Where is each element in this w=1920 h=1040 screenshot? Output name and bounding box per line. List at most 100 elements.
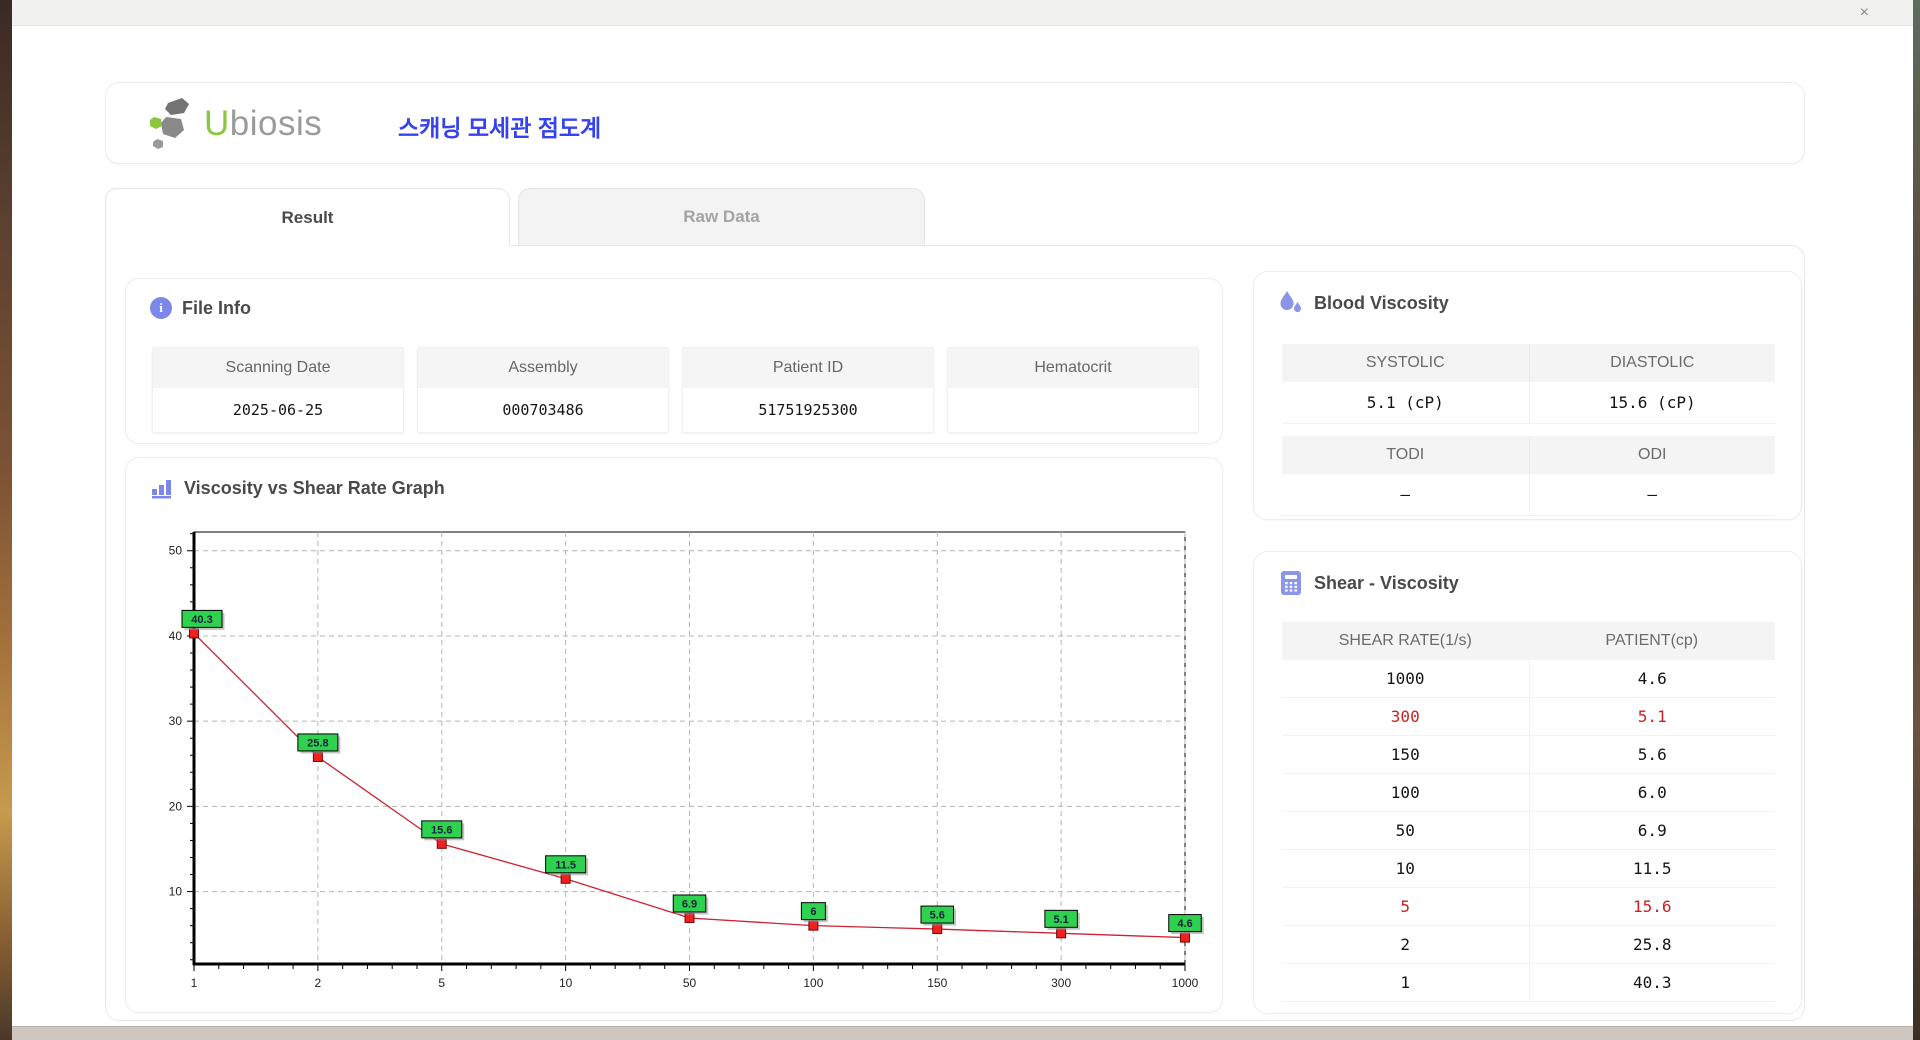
- x-tick-label: 150: [927, 976, 947, 990]
- shear-rate-cell: 5: [1282, 888, 1529, 926]
- table-row: 100 6.0: [1282, 774, 1775, 812]
- field-value: 2025-06-25: [153, 388, 403, 432]
- ubiosis-logo-icon: [150, 98, 189, 149]
- header-card: Ubiosis 스캐닝 모세관 점도계: [105, 82, 1805, 164]
- value-cell: 15.6 (cP): [1528, 382, 1775, 424]
- y-tick-label: 10: [169, 885, 183, 899]
- blood-value-row: 5.1 (cP) 15.6 (cP): [1282, 382, 1775, 424]
- viscosity-graph-card: Viscosity vs Shear Rate Graph 10 20 30 40 50…: [125, 457, 1223, 1013]
- data-point-marker: [189, 628, 199, 639]
- shear-rate-cell: 150: [1282, 736, 1529, 774]
- window-bottom-edge: [12, 1026, 1913, 1040]
- file-info-card: i File Info Scanning Date 2025-06-25 Assem…: [125, 278, 1223, 444]
- data-point-marker: [808, 920, 819, 931]
- info-icon: i: [150, 297, 172, 319]
- data-label-text: 4.6: [1177, 918, 1192, 930]
- y-tick-label: 40: [169, 629, 183, 643]
- tab-result[interactable]: Result: [105, 188, 510, 246]
- patient-cell: 40.3: [1528, 964, 1775, 1002]
- data-label-text: 6.9: [682, 898, 697, 910]
- x-tick-label: 1: [191, 976, 198, 990]
- file-field-assembly: Assembly 000703486: [417, 347, 669, 433]
- x-tick-label: 300: [1051, 976, 1071, 990]
- ubiosis-logo: Ubiosis: [148, 97, 322, 151]
- y-tick-label: 50: [169, 544, 183, 558]
- droplets-icon: [1280, 291, 1301, 313]
- data-label-text: 15.6: [431, 824, 452, 836]
- table-row: 10 11.5: [1282, 850, 1775, 888]
- data-point-marker: [1180, 932, 1190, 943]
- x-tick-label: 100: [803, 976, 823, 990]
- patient-cell: 5.6: [1528, 736, 1775, 774]
- column-header: TODI: [1282, 436, 1529, 474]
- data-point-marker: [684, 912, 695, 923]
- patient-cell: 4.6: [1528, 660, 1775, 698]
- field-label: Scanning Date: [153, 348, 403, 388]
- patient-cell: 15.6: [1528, 888, 1775, 926]
- close-icon[interactable]: ×: [1860, 3, 1869, 23]
- blood-value-row: – –: [1282, 474, 1775, 516]
- patient-cell: 5.1: [1528, 698, 1775, 736]
- patient-cell: 6.0: [1528, 774, 1775, 812]
- calculator-icon: [1281, 571, 1301, 595]
- graph-heading: Viscosity vs Shear Rate Graph: [184, 477, 445, 498]
- blood-header-row: TODI ODI: [1282, 436, 1775, 474]
- table-row: 2 25.8: [1282, 926, 1775, 964]
- file-info-heading: File Info: [182, 297, 251, 318]
- shear-rate-cell: 1: [1282, 964, 1529, 1002]
- window-titlebar: ×: [12, 0, 1913, 26]
- x-tick-label: 10: [559, 976, 573, 990]
- data-point-marker: [436, 838, 447, 849]
- column-header: DIASTOLIC: [1528, 344, 1775, 382]
- value-cell: 5.1 (cP): [1282, 382, 1529, 424]
- shear-rate-cell: 2: [1282, 926, 1529, 964]
- table-row: 150 5.6: [1282, 736, 1775, 774]
- desktop-wallpaper-left: [0, 0, 12, 1040]
- shear-rate-cell: 1000: [1282, 660, 1529, 698]
- field-label: Assembly: [418, 348, 668, 388]
- table-gap: [1282, 424, 1775, 436]
- column-header: ODI: [1528, 436, 1775, 474]
- blood-viscosity-card: Blood Viscosity SYSTOLIC DIASTOLIC 5.1 (cP…: [1253, 271, 1802, 520]
- column-header: SHEAR RATE(1/s): [1282, 622, 1529, 660]
- desktop-wallpaper-right: [1913, 0, 1920, 1040]
- file-field-hematocrit: Hematocrit: [947, 347, 1199, 433]
- file-field-patient-id: Patient ID 51751925300: [682, 347, 934, 433]
- table-row: 5 15.6: [1282, 888, 1775, 926]
- shear-header-row: SHEAR RATE(1/s) PATIENT(cp): [1282, 622, 1775, 660]
- ubiosis-logo-text: Ubiosis: [204, 104, 322, 144]
- shear-rate-cell: 50: [1282, 812, 1529, 850]
- shear-rate-cell: 300: [1282, 698, 1529, 736]
- shear-rate-cell: 100: [1282, 774, 1529, 812]
- viscosity-shear-rate-chart: 10 20 30 40 50 1 2 5 10 50 100 150 300 1000 40.3 25.8 15…: [169, 531, 1204, 990]
- tab-raw-data[interactable]: Raw Data: [518, 188, 925, 245]
- column-header: PATIENT(cp): [1528, 622, 1775, 660]
- patient-cell: 6.9: [1528, 812, 1775, 850]
- value-cell: –: [1528, 474, 1775, 516]
- data-label-text: 6: [810, 906, 816, 918]
- logo-u: U: [204, 104, 230, 143]
- shear-rate-cell: 10: [1282, 850, 1529, 888]
- field-value: [948, 388, 1198, 432]
- field-value: 000703486: [418, 388, 668, 432]
- data-point-marker: [1056, 928, 1067, 939]
- file-info-fields: Scanning Date 2025-06-25 Assembly 000703486…: [152, 347, 1199, 433]
- data-point-marker: [932, 924, 943, 935]
- value-cell: –: [1282, 474, 1529, 516]
- table-row: 50 6.9: [1282, 812, 1775, 850]
- x-tick-label: 50: [683, 976, 697, 990]
- y-tick-label: 30: [169, 714, 183, 728]
- blood-header-row: SYSTOLIC DIASTOLIC: [1282, 344, 1775, 382]
- data-label-text: 5.1: [1053, 914, 1068, 926]
- app-title: 스캐닝 모세관 점도계: [398, 115, 602, 141]
- shear-viscosity-heading: Shear - Viscosity: [1314, 572, 1459, 593]
- field-label: Hematocrit: [948, 348, 1198, 388]
- patient-cell: 25.8: [1528, 926, 1775, 964]
- data-label-text: 11.5: [555, 859, 576, 871]
- bar-chart-icon: [152, 480, 171, 499]
- data-label-text: 5.6: [930, 910, 945, 922]
- x-tick-label: 1000: [1172, 976, 1199, 990]
- y-tick-label: 20: [169, 799, 183, 813]
- field-label: Patient ID: [683, 348, 933, 388]
- data-label-text: 25.8: [307, 737, 328, 749]
